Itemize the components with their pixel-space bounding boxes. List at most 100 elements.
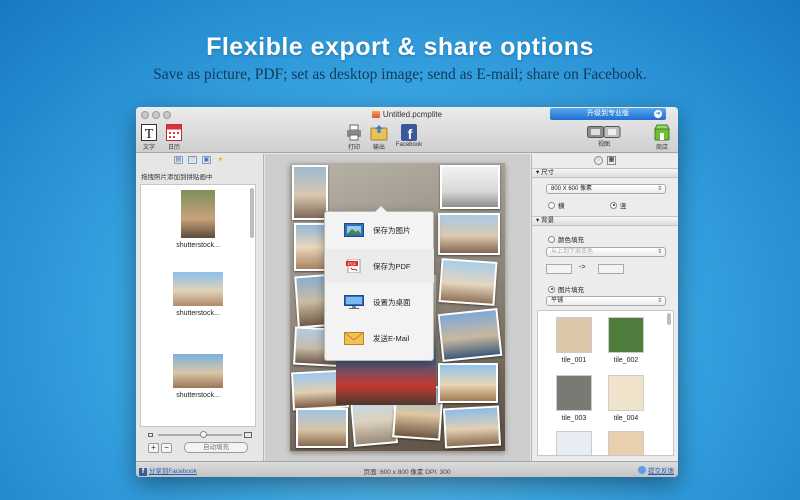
store-button[interactable]: 商店 — [651, 124, 673, 151]
collage-photo[interactable] — [438, 258, 498, 306]
layout-tab-icon[interactable]: ◌ — [594, 156, 603, 165]
color-fill-radio[interactable]: 颜色填充 — [548, 234, 584, 244]
tile-label: tile_003 — [561, 415, 587, 422]
photo-thumbnail[interactable]: shutterstock... — [141, 354, 255, 426]
portrait-label: 竖 — [620, 203, 627, 210]
set-as-desktop-label: 设置为桌面 — [373, 297, 411, 307]
store-label: 商店 — [655, 145, 668, 151]
view-toggle[interactable]: 视图 — [586, 126, 622, 148]
tile-swatch[interactable] — [608, 431, 644, 455]
slider-knob[interactable] — [200, 431, 208, 438]
feedback-icon — [638, 466, 647, 474]
upgrade-label: 升级到专业版 — [587, 110, 629, 117]
large-thumbnail-icon — [244, 432, 252, 438]
hero-title: Flexible export & share options — [206, 33, 594, 61]
upgrade-button[interactable]: 升级到专业版 ➜ — [550, 108, 666, 120]
image-fill-label: 图片填充 — [558, 287, 584, 294]
tile-swatch[interactable] — [556, 375, 592, 411]
hero-subtitle: Save as picture, PDF; set as desktop ima… — [153, 66, 647, 83]
orientation-portrait-radio[interactable]: 竖 — [610, 200, 627, 210]
collage-photo[interactable] — [442, 405, 502, 449]
radio-indicator — [548, 201, 555, 209]
gradient-select[interactable]: 从上到下渐变色 — [546, 247, 666, 257]
printer-icon — [347, 124, 361, 141]
collage-photo[interactable] — [294, 223, 328, 271]
tile-list[interactable]: tile_001 tile_002 tile_003 tile_004 — [537, 310, 674, 456]
remove-photo-button[interactable]: − — [161, 443, 172, 453]
export-menu: 保存为图片 PDF 保存为PDF 设置为桌面 发送E-Mail — [324, 206, 434, 361]
tile-swatch[interactable] — [608, 375, 644, 411]
photo-list[interactable]: shutterstock... shutterstock... shutters… — [140, 184, 256, 427]
collage-photo[interactable] — [440, 165, 500, 209]
svg-text:f: f — [408, 126, 413, 141]
collage-photo[interactable] — [438, 363, 498, 403]
start-color-well[interactable] — [546, 264, 572, 274]
text-icon: T — [141, 124, 157, 141]
frames-tab-icon[interactable]: ▣ — [202, 156, 211, 164]
svg-text:PDF: PDF — [348, 261, 357, 266]
feedback-label: 提交反馈 — [648, 468, 674, 475]
picture-icon — [344, 223, 364, 237]
tile-label: tile_004 — [613, 415, 639, 422]
svg-text:T: T — [145, 127, 154, 141]
add-photo-button[interactable]: + — [148, 443, 159, 453]
collage-photo[interactable] — [438, 213, 500, 255]
feedback-link[interactable]: 提交反馈 — [638, 465, 674, 475]
orientation-landscape-radio[interactable]: 横 — [548, 200, 565, 210]
background-section-header[interactable]: ▾ 背景 — [532, 216, 678, 226]
tile-label: tile_001 — [561, 357, 587, 364]
size-header-label: 尺寸 — [541, 169, 555, 176]
collage-photo[interactable] — [437, 307, 503, 363]
facebook-button[interactable]: f Facebook — [394, 124, 424, 148]
tile-swatch[interactable] — [556, 431, 592, 455]
collage-photo[interactable] — [292, 165, 328, 220]
photo-list-scrollbar[interactable] — [250, 188, 254, 238]
background-header-label: 背景 — [541, 217, 555, 224]
tile-label: tile_002 — [613, 357, 639, 364]
text-tool-label: 文字 — [142, 145, 155, 151]
photo-label: shutterstock... — [176, 392, 220, 399]
thumbnail-size-slider[interactable] — [148, 431, 252, 439]
photo-label: shutterstock... — [176, 310, 220, 317]
tile-swatch[interactable] — [556, 317, 592, 353]
export-button[interactable]: 输出 — [369, 124, 389, 151]
print-label: 打印 — [347, 145, 360, 151]
photo-browser-panel: ▤ ♡ ▣ ★ 拖拽照片添加到拼贴画中 shutterstock... shut… — [136, 154, 264, 461]
autofill-button[interactable]: 自动填充 — [184, 442, 248, 453]
facebook-icon: f — [401, 124, 417, 141]
photo-source-tabs: ▤ ♡ ▣ ★ — [136, 154, 263, 166]
photo-thumbnail[interactable]: shutterstock... — [141, 190, 255, 264]
set-as-desktop-item[interactable]: 设置为桌面 — [326, 285, 434, 319]
radio-indicator-selected — [610, 201, 617, 209]
color-fill-label: 颜色填充 — [558, 237, 584, 244]
fill-mode-select[interactable]: 平铺 — [546, 296, 666, 306]
calendar-tool-button[interactable]: 日历 — [164, 124, 184, 151]
inspector-panel: ◌ ▦ ▾ 尺寸 800 X 600 像素 横 竖 ▾ 背景 颜色填充 从上到下… — [531, 154, 678, 461]
export-as-pdf-item[interactable]: PDF 保存为PDF — [326, 249, 434, 283]
print-button[interactable]: 打印 — [345, 124, 363, 151]
end-color-well[interactable] — [598, 264, 624, 274]
photo-image — [181, 190, 215, 238]
photo-thumbnail[interactable]: shutterstock... — [141, 272, 255, 346]
send-email-item[interactable]: 发送E-Mail — [326, 321, 434, 355]
tile-list-scrollbar[interactable] — [667, 313, 671, 325]
titlebar: Untitled.pcmplite 升级到专业版 ➜ T 文字 日历 打印 输出 … — [136, 107, 678, 153]
size-section-header[interactable]: ▾ 尺寸 — [532, 168, 678, 178]
shapes-tab-icon[interactable]: ♡ — [188, 156, 197, 164]
statusbar: f 分享到Facebook 页面: 600 x 800 像素 DPI: 300 … — [136, 461, 678, 477]
export-as-picture-item[interactable]: 保存为图片 — [326, 213, 434, 247]
star-tab-icon[interactable]: ★ — [216, 156, 225, 164]
image-fill-radio[interactable]: 图片填充 — [548, 284, 584, 294]
arrow-right-icon: ➜ — [654, 110, 662, 118]
store-icon — [654, 124, 670, 141]
document-icon — [371, 111, 380, 118]
collage-photo[interactable] — [296, 408, 348, 448]
photos-tab-icon[interactable]: ▤ — [174, 156, 183, 164]
size-select[interactable]: 800 X 600 像素 — [546, 184, 666, 194]
text-tool-button[interactable]: T 文字 — [140, 124, 158, 151]
export-icon — [370, 125, 388, 141]
photo-image — [173, 272, 223, 306]
photo-list-buttons: + − — [148, 443, 172, 453]
settings-tab-icon[interactable]: ▦ — [607, 156, 616, 165]
tile-swatch[interactable] — [608, 317, 644, 353]
